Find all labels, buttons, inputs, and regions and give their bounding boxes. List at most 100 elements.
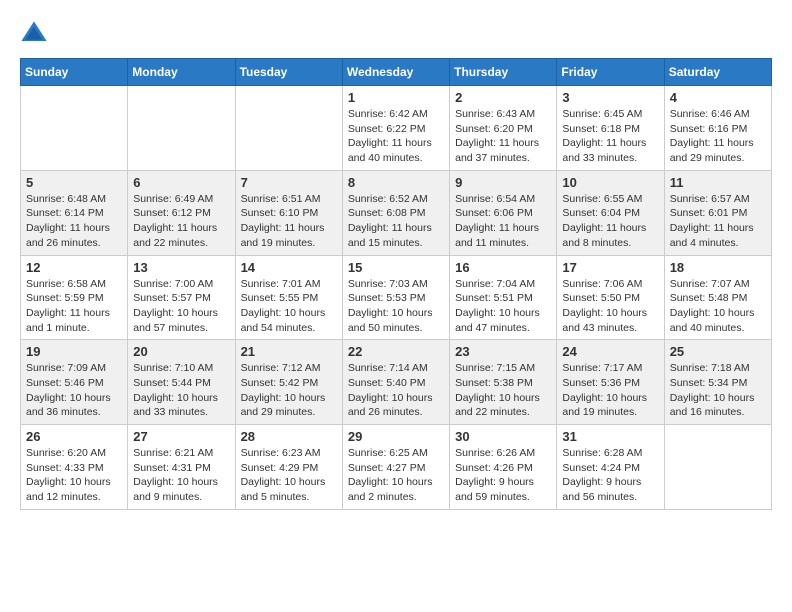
- week-row-5: 26 Sunrise: 6:20 AM Sunset: 4:33 PM Dayli…: [21, 425, 772, 510]
- day-info: Sunrise: 6:48 AM Sunset: 6:14 PM Dayligh…: [26, 192, 122, 251]
- col-header-tuesday: Tuesday: [235, 59, 342, 86]
- col-header-sunday: Sunday: [21, 59, 128, 86]
- day-number: 15: [348, 260, 444, 275]
- day-info: Sunrise: 6:28 AM Sunset: 4:24 PM Dayligh…: [562, 446, 658, 505]
- day-info: Sunrise: 7:14 AM Sunset: 5:40 PM Dayligh…: [348, 361, 444, 420]
- day-number: 2: [455, 90, 551, 105]
- day-info: Sunrise: 7:01 AM Sunset: 5:55 PM Dayligh…: [241, 277, 337, 336]
- day-number: 29: [348, 429, 444, 444]
- day-info: Sunrise: 6:58 AM Sunset: 5:59 PM Dayligh…: [26, 277, 122, 336]
- day-number: 26: [26, 429, 122, 444]
- day-info: Sunrise: 6:43 AM Sunset: 6:20 PM Dayligh…: [455, 107, 551, 166]
- day-cell: 14 Sunrise: 7:01 AM Sunset: 5:55 PM Dayli…: [235, 255, 342, 340]
- calendar-table: SundayMondayTuesdayWednesdayThursdayFrid…: [20, 58, 772, 510]
- day-number: 6: [133, 175, 229, 190]
- col-header-monday: Monday: [128, 59, 235, 86]
- week-row-3: 12 Sunrise: 6:58 AM Sunset: 5:59 PM Dayli…: [21, 255, 772, 340]
- day-number: 10: [562, 175, 658, 190]
- day-info: Sunrise: 7:15 AM Sunset: 5:38 PM Dayligh…: [455, 361, 551, 420]
- day-info: Sunrise: 6:57 AM Sunset: 6:01 PM Dayligh…: [670, 192, 766, 251]
- day-number: 11: [670, 175, 766, 190]
- day-cell: 1 Sunrise: 6:42 AM Sunset: 6:22 PM Daylig…: [342, 86, 449, 171]
- day-number: 9: [455, 175, 551, 190]
- day-cell: 18 Sunrise: 7:07 AM Sunset: 5:48 PM Dayli…: [664, 255, 771, 340]
- day-cell: 9 Sunrise: 6:54 AM Sunset: 6:06 PM Daylig…: [450, 170, 557, 255]
- day-number: 19: [26, 344, 122, 359]
- day-cell: [235, 86, 342, 171]
- day-number: 5: [26, 175, 122, 190]
- day-info: Sunrise: 6:51 AM Sunset: 6:10 PM Dayligh…: [241, 192, 337, 251]
- day-cell: 8 Sunrise: 6:52 AM Sunset: 6:08 PM Daylig…: [342, 170, 449, 255]
- day-number: 7: [241, 175, 337, 190]
- header-row: SundayMondayTuesdayWednesdayThursdayFrid…: [21, 59, 772, 86]
- day-cell: 15 Sunrise: 7:03 AM Sunset: 5:53 PM Dayli…: [342, 255, 449, 340]
- day-info: Sunrise: 7:03 AM Sunset: 5:53 PM Dayligh…: [348, 277, 444, 336]
- week-row-1: 1 Sunrise: 6:42 AM Sunset: 6:22 PM Daylig…: [21, 86, 772, 171]
- day-number: 27: [133, 429, 229, 444]
- day-cell: 2 Sunrise: 6:43 AM Sunset: 6:20 PM Daylig…: [450, 86, 557, 171]
- day-cell: [128, 86, 235, 171]
- day-cell: 3Sunrise: 6:45 AM Sunset: 6:18 PM Daylig…: [557, 86, 664, 171]
- week-row-2: 5 Sunrise: 6:48 AM Sunset: 6:14 PM Daylig…: [21, 170, 772, 255]
- day-number: 20: [133, 344, 229, 359]
- day-cell: 17 Sunrise: 7:06 AM Sunset: 5:50 PM Dayli…: [557, 255, 664, 340]
- day-cell: 13 Sunrise: 7:00 AM Sunset: 5:57 PM Dayli…: [128, 255, 235, 340]
- day-number: 1: [348, 90, 444, 105]
- day-number: 18: [670, 260, 766, 275]
- day-cell: 20Sunrise: 7:10 AM Sunset: 5:44 PM Dayli…: [128, 340, 235, 425]
- col-header-thursday: Thursday: [450, 59, 557, 86]
- day-number: 14: [241, 260, 337, 275]
- day-number: 25: [670, 344, 766, 359]
- day-cell: 12 Sunrise: 6:58 AM Sunset: 5:59 PM Dayli…: [21, 255, 128, 340]
- day-cell: 5 Sunrise: 6:48 AM Sunset: 6:14 PM Daylig…: [21, 170, 128, 255]
- day-cell: 7 Sunrise: 6:51 AM Sunset: 6:10 PM Daylig…: [235, 170, 342, 255]
- day-number: 24: [562, 344, 658, 359]
- day-info: Sunrise: 6:46 AM Sunset: 6:16 PM Dayligh…: [670, 107, 766, 166]
- day-number: 3: [562, 90, 658, 105]
- day-info: Sunrise: 7:00 AM Sunset: 5:57 PM Dayligh…: [133, 277, 229, 336]
- day-number: 17: [562, 260, 658, 275]
- day-info: Sunrise: 7:06 AM Sunset: 5:50 PM Dayligh…: [562, 277, 658, 336]
- day-cell: 16 Sunrise: 7:04 AM Sunset: 5:51 PM Dayli…: [450, 255, 557, 340]
- col-header-friday: Friday: [557, 59, 664, 86]
- col-header-saturday: Saturday: [664, 59, 771, 86]
- day-cell: 26 Sunrise: 6:20 AM Sunset: 4:33 PM Dayli…: [21, 425, 128, 510]
- week-row-4: 19 Sunrise: 7:09 AM Sunset: 5:46 PM Dayli…: [21, 340, 772, 425]
- day-info: Sunrise: 7:09 AM Sunset: 5:46 PM Dayligh…: [26, 361, 122, 420]
- day-number: 28: [241, 429, 337, 444]
- day-number: 22: [348, 344, 444, 359]
- day-cell: 29 Sunrise: 6:25 AM Sunset: 4:27 PM Dayli…: [342, 425, 449, 510]
- day-cell: [21, 86, 128, 171]
- day-number: 12: [26, 260, 122, 275]
- day-cell: 25Sunrise: 7:18 AM Sunset: 5:34 PM Dayli…: [664, 340, 771, 425]
- day-info: Sunrise: 7:12 AM Sunset: 5:42 PM Dayligh…: [241, 361, 337, 420]
- day-cell: [664, 425, 771, 510]
- day-number: 13: [133, 260, 229, 275]
- day-info: Sunrise: 6:26 AM Sunset: 4:26 PM Dayligh…: [455, 446, 551, 505]
- day-number: 16: [455, 260, 551, 275]
- day-info: Sunrise: 7:04 AM Sunset: 5:51 PM Dayligh…: [455, 277, 551, 336]
- day-info: Sunrise: 6:55 AM Sunset: 6:04 PM Dayligh…: [562, 192, 658, 251]
- day-cell: 30Sunrise: 6:26 AM Sunset: 4:26 PM Dayli…: [450, 425, 557, 510]
- day-cell: 19 Sunrise: 7:09 AM Sunset: 5:46 PM Dayli…: [21, 340, 128, 425]
- day-cell: 23 Sunrise: 7:15 AM Sunset: 5:38 PM Dayli…: [450, 340, 557, 425]
- day-cell: 27Sunrise: 6:21 AM Sunset: 4:31 PM Dayli…: [128, 425, 235, 510]
- day-cell: 4 Sunrise: 6:46 AM Sunset: 6:16 PM Daylig…: [664, 86, 771, 171]
- day-cell: 22 Sunrise: 7:14 AM Sunset: 5:40 PM Dayli…: [342, 340, 449, 425]
- day-info: Sunrise: 6:20 AM Sunset: 4:33 PM Dayligh…: [26, 446, 122, 505]
- day-number: 4: [670, 90, 766, 105]
- page-header: [20, 20, 772, 48]
- day-number: 8: [348, 175, 444, 190]
- logo: [20, 20, 52, 48]
- day-number: 23: [455, 344, 551, 359]
- day-info: Sunrise: 6:42 AM Sunset: 6:22 PM Dayligh…: [348, 107, 444, 166]
- day-info: Sunrise: 6:54 AM Sunset: 6:06 PM Dayligh…: [455, 192, 551, 251]
- logo-icon: [20, 20, 48, 48]
- day-info: Sunrise: 6:52 AM Sunset: 6:08 PM Dayligh…: [348, 192, 444, 251]
- day-info: Sunrise: 6:49 AM Sunset: 6:12 PM Dayligh…: [133, 192, 229, 251]
- day-info: Sunrise: 6:25 AM Sunset: 4:27 PM Dayligh…: [348, 446, 444, 505]
- day-cell: 6 Sunrise: 6:49 AM Sunset: 6:12 PM Daylig…: [128, 170, 235, 255]
- col-header-wednesday: Wednesday: [342, 59, 449, 86]
- day-info: Sunrise: 7:07 AM Sunset: 5:48 PM Dayligh…: [670, 277, 766, 336]
- day-number: 31: [562, 429, 658, 444]
